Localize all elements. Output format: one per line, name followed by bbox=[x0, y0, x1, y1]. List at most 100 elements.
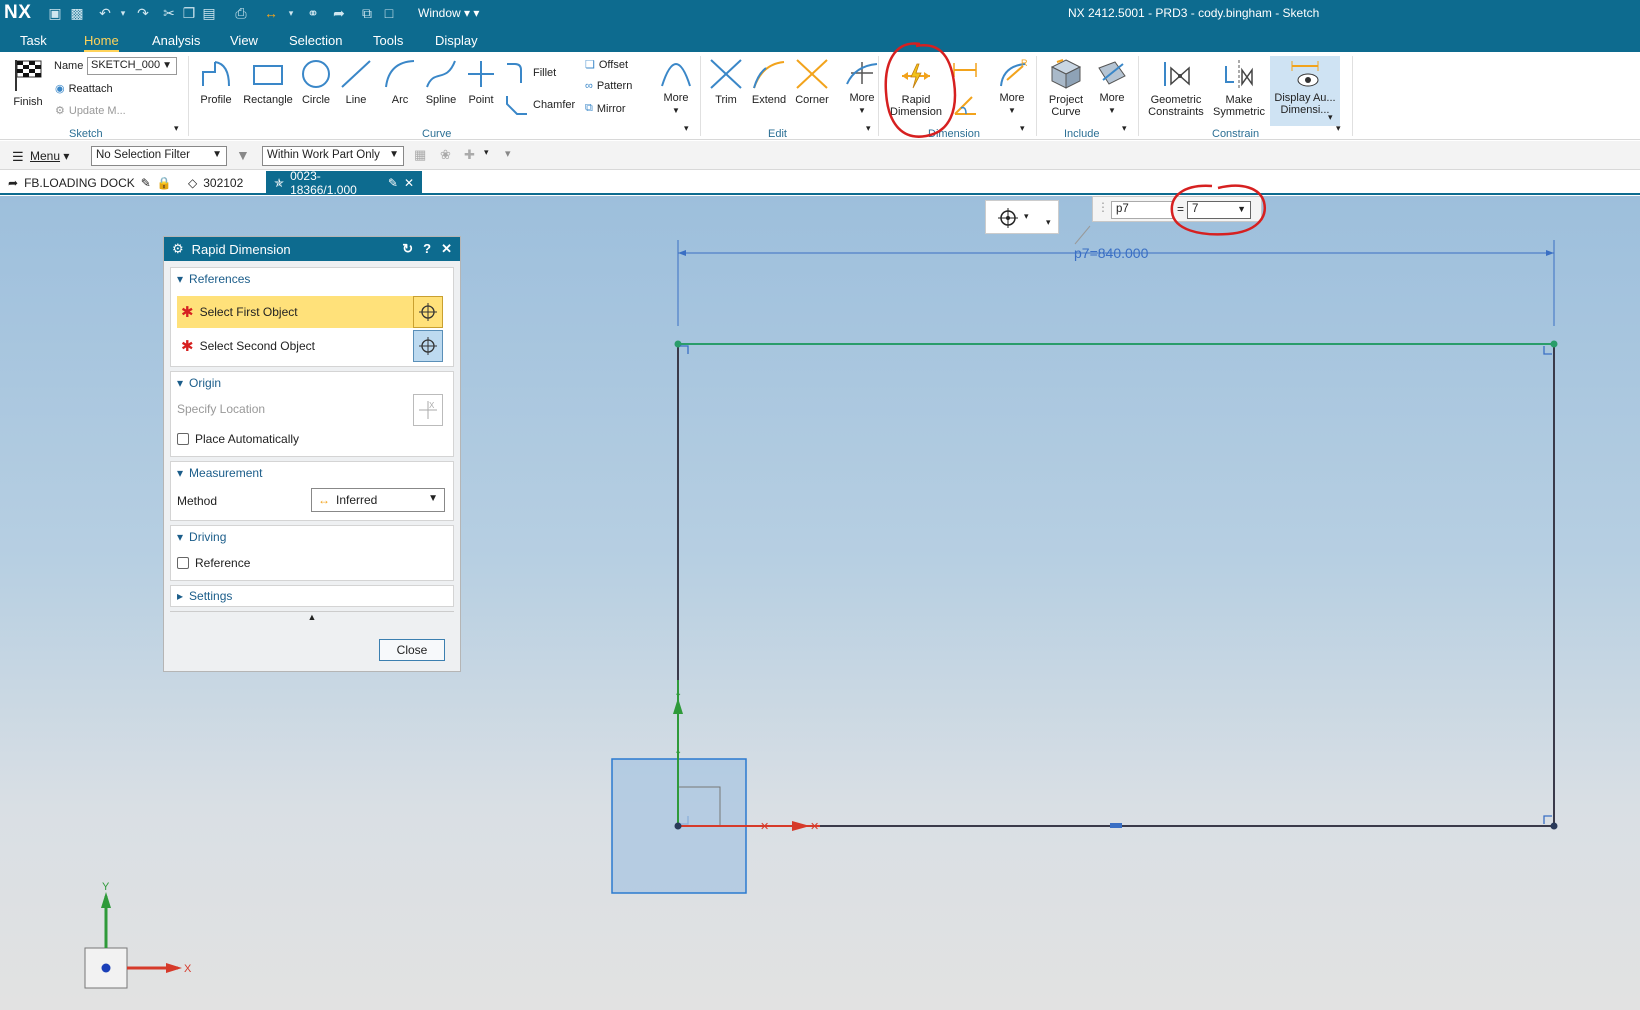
more-edit-button[interactable]: More ▼ bbox=[842, 58, 882, 117]
selection-scope-dropdown[interactable]: Within Work Part Only ▼ bbox=[262, 146, 404, 166]
perpendicular-constraint-icon[interactable] bbox=[1543, 815, 1552, 824]
finish-button[interactable]: Finish bbox=[8, 58, 48, 108]
redo-icon[interactable]: ↷ bbox=[134, 4, 152, 22]
reference-checkbox[interactable]: Reference bbox=[177, 556, 447, 570]
snap-point-icon[interactable] bbox=[996, 207, 1020, 229]
profile-button[interactable]: Profile bbox=[196, 58, 236, 106]
corner-point-top-right[interactable] bbox=[1550, 340, 1558, 348]
horizontal-constraint-icon[interactable] bbox=[1110, 823, 1122, 828]
tab-selection[interactable]: Selection bbox=[289, 33, 342, 48]
gear-icon[interactable]: ⚙ bbox=[172, 241, 184, 257]
close-icon[interactable]: ✕ bbox=[441, 241, 452, 257]
point-button[interactable]: Point bbox=[462, 58, 500, 106]
settings-section[interactable]: ▸ Settings bbox=[170, 585, 454, 607]
place-automatically-checkbox[interactable]: Place Automatically bbox=[177, 432, 447, 446]
doc-tab-loading-dock[interactable]: ➦ FB.LOADING DOCK ✎ 🔒 bbox=[0, 171, 180, 195]
specify-location-button[interactable]: X bbox=[413, 394, 443, 426]
doc-tab-active[interactable]: ✯ 0023-18366/1.000 ✎ ✕ bbox=[266, 169, 422, 197]
close-button[interactable]: Close bbox=[379, 639, 445, 661]
collapse-dialog-icon[interactable]: ▲ bbox=[170, 611, 454, 625]
extend-button[interactable]: Extend bbox=[746, 58, 792, 106]
sketch-name-field[interactable]: SKETCH_000 ▼ bbox=[87, 57, 177, 75]
references-header[interactable]: ▾ References bbox=[171, 268, 453, 290]
line-button[interactable]: Line bbox=[336, 58, 376, 106]
mirror-button[interactable]: ⧉ Mirror bbox=[585, 102, 626, 115]
tab-analysis[interactable]: Analysis bbox=[152, 33, 200, 48]
expression-name-field[interactable]: p7 bbox=[1111, 201, 1173, 219]
select-feature-icon[interactable]: ▦ bbox=[414, 147, 426, 163]
dimension-group-dropdown-icon[interactable]: ▾ bbox=[1020, 123, 1025, 134]
snap-more-icon[interactable]: ▾ bbox=[1046, 217, 1051, 228]
help-icon[interactable]: ? bbox=[423, 241, 431, 257]
sketch-group-dropdown-icon[interactable]: ▾ bbox=[174, 123, 179, 134]
select-body-icon[interactable]: ❀ bbox=[440, 147, 451, 163]
selection-filter-dropdown[interactable]: No Selection Filter ▼ bbox=[91, 146, 227, 166]
filter-icon[interactable]: ▼ bbox=[236, 147, 250, 163]
method-dropdown[interactable]: ↔ Inferred ▼ bbox=[311, 488, 445, 512]
undo-dropdown-icon[interactable]: ▾ bbox=[114, 4, 132, 22]
reset-icon[interactable]: ↻ bbox=[402, 241, 413, 257]
switch-window-icon[interactable]: ⧉ bbox=[358, 4, 376, 22]
rapid-dimension-quick-icon[interactable]: ↔ bbox=[262, 4, 280, 22]
select-face-icon[interactable]: ✚ bbox=[464, 147, 475, 163]
save-icon[interactable]: ▣ bbox=[46, 4, 64, 22]
include-group-dropdown-icon[interactable]: ▾ bbox=[1122, 123, 1127, 134]
tab-task[interactable]: Task bbox=[20, 33, 47, 48]
select-second-object-row[interactable]: ✱ Select Second Object bbox=[177, 330, 413, 362]
edit-group-dropdown-icon[interactable]: ▾ bbox=[866, 123, 871, 134]
spline-button[interactable]: Spline bbox=[420, 58, 462, 106]
tab-home[interactable]: Home bbox=[84, 33, 119, 52]
paste-icon[interactable]: ▤ bbox=[200, 4, 218, 22]
undo-icon[interactable]: ↶ bbox=[96, 4, 114, 22]
offset-button[interactable]: ❏ Offset bbox=[585, 58, 628, 72]
tab-view[interactable]: View bbox=[230, 33, 258, 48]
pattern-button[interactable]: ∞ Pattern bbox=[585, 80, 632, 92]
project-curve-button[interactable]: Project Curve bbox=[1042, 58, 1090, 118]
snap-dropdown-icon[interactable]: ▾ bbox=[1024, 211, 1029, 222]
hamburger-icon[interactable]: ☰ bbox=[12, 149, 24, 165]
trim-button[interactable]: Trim bbox=[706, 58, 746, 106]
perpendicular-constraint-icon[interactable] bbox=[680, 345, 689, 354]
update-model-button[interactable]: ⚙ Update M... bbox=[55, 104, 126, 118]
origin-header[interactable]: ▾ Origin bbox=[171, 372, 453, 394]
corner-point-bottom-right[interactable] bbox=[1550, 822, 1558, 830]
geometric-constraints-button[interactable]: Geometric Constraints bbox=[1144, 58, 1208, 118]
fillet-button[interactable]: Fillet bbox=[505, 62, 556, 84]
menu-button[interactable]: Menu ▾ bbox=[30, 149, 69, 163]
make-symmetric-button[interactable]: Make Symmetric bbox=[1212, 58, 1266, 118]
circle-button[interactable]: Circle bbox=[296, 58, 336, 106]
curve-group-dropdown-icon[interactable]: ▾ bbox=[684, 123, 689, 134]
select-first-object-row[interactable]: ✱ Select First Object bbox=[177, 296, 413, 328]
snap-point-toolbar[interactable]: ▾ ▾ bbox=[985, 200, 1059, 234]
reattach-button[interactable]: ◉ Reattach bbox=[55, 82, 113, 96]
doc-tab-302102[interactable]: ◇ 302102 bbox=[180, 171, 251, 195]
quick-dropdown-icon[interactable]: ▾ bbox=[282, 4, 300, 22]
checkbox-icon[interactable] bbox=[177, 557, 189, 569]
copy-icon[interactable]: ❐ bbox=[180, 4, 198, 22]
sketch-origin-point[interactable] bbox=[674, 822, 682, 830]
arc-button[interactable]: Arc bbox=[380, 58, 420, 106]
display-dim-dropdown-icon[interactable]: ▾ bbox=[1328, 112, 1333, 123]
select-dropdown-icon[interactable]: ▾ bbox=[484, 147, 489, 158]
save-all-icon[interactable]: ▩ bbox=[68, 4, 86, 22]
checkbox-icon[interactable] bbox=[177, 433, 189, 445]
corner-button[interactable]: Corner bbox=[792, 58, 832, 106]
more-dimension-button[interactable]: R More ▼ bbox=[992, 58, 1032, 117]
tab-display[interactable]: Display bbox=[435, 33, 478, 48]
command-finder-icon[interactable]: ➦ bbox=[330, 4, 348, 22]
dimension-label[interactable]: p7=840.000 bbox=[1074, 245, 1149, 261]
more-toolbar-icon[interactable]: ▾ bbox=[505, 147, 511, 160]
window-icon[interactable]: □ bbox=[380, 4, 398, 22]
more-curve-button[interactable]: More ▼ bbox=[656, 56, 696, 117]
tab-tools[interactable]: Tools bbox=[373, 33, 403, 48]
constrain-group-dropdown-icon[interactable]: ▾ bbox=[1336, 123, 1341, 134]
select-first-object-button[interactable] bbox=[413, 296, 443, 328]
window-menu[interactable]: Window ▾ ▾ bbox=[418, 6, 479, 20]
cut-icon[interactable]: ✂ bbox=[160, 4, 178, 22]
print-icon[interactable]: ⎙ bbox=[232, 4, 250, 22]
chamfer-button[interactable]: Chamfer bbox=[505, 94, 575, 116]
more-include-button[interactable]: More ▼ bbox=[1092, 58, 1132, 117]
select-second-object-button[interactable] bbox=[413, 330, 443, 362]
perpendicular-constraint-icon[interactable] bbox=[1543, 346, 1552, 355]
driving-header[interactable]: ▾ Driving bbox=[171, 526, 453, 548]
